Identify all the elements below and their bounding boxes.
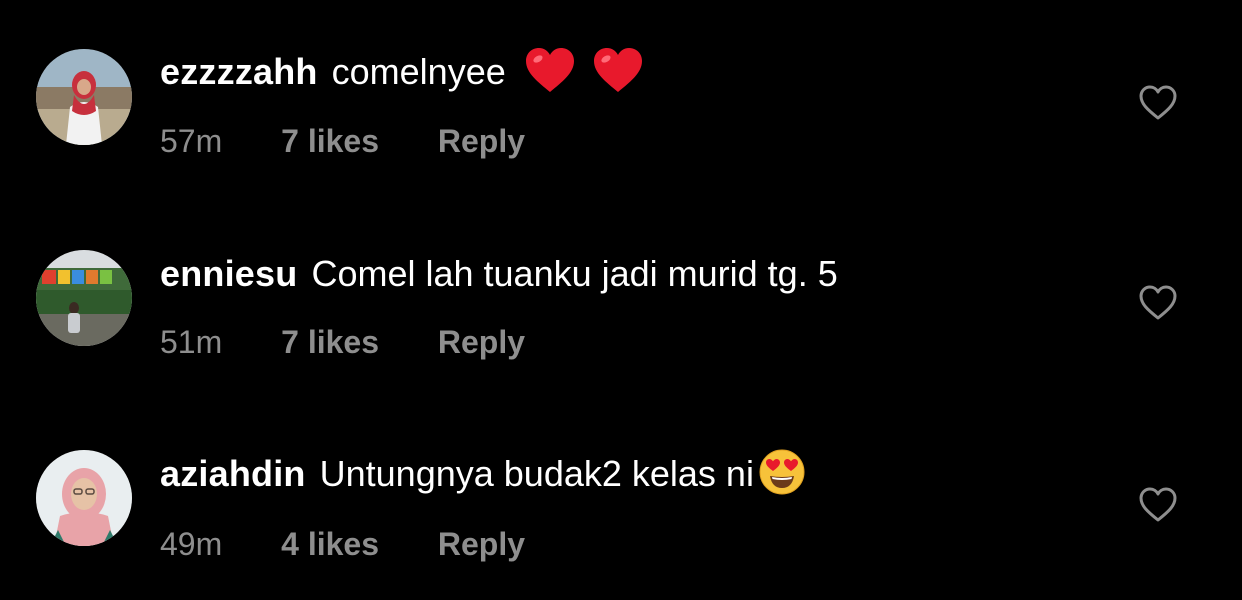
comment-line: ezzzzahh comelnyee: [160, 48, 644, 98]
comment-time: 51m: [160, 324, 223, 360]
comment-text: Comel lah tuanku jadi murid tg. 5: [311, 253, 838, 294]
comment-item: enniesu Comel lah tuanku jadi murid tg. …: [0, 200, 1242, 400]
red-heart-emoji: [525, 48, 574, 93]
avatar[interactable]: [36, 250, 132, 346]
heart-outline-icon[interactable]: [1138, 84, 1178, 122]
heart-outline-icon[interactable]: [1138, 486, 1178, 524]
reply-button[interactable]: Reply: [438, 322, 525, 362]
comment-item: ezzzzahh comelnyee 57m 7 likes Reply: [0, 0, 1242, 200]
comment-likes-count[interactable]: 4 likes: [281, 524, 379, 564]
comment-likes-count[interactable]: 7 likes: [281, 121, 379, 161]
heart-eyes-face-emoji: [759, 449, 805, 495]
comment-username[interactable]: enniesu: [160, 253, 297, 294]
comment-meta: 51m 7 likes Reply: [160, 322, 525, 362]
comment-likes-count[interactable]: 7 likes: [281, 322, 379, 362]
comment-text: Untungnya budak2 kelas ni: [319, 453, 754, 494]
reply-button[interactable]: Reply: [438, 121, 525, 161]
comment-line: enniesu Comel lah tuanku jadi murid tg. …: [160, 252, 838, 296]
comment-meta: 57m 7 likes Reply: [160, 121, 525, 161]
red-heart-emoji: [593, 48, 642, 93]
comment-time: 57m: [160, 123, 223, 159]
comment-item: aziahdin Untungnya budak2 kelas ni 49m 4…: [0, 400, 1242, 600]
avatar[interactable]: [36, 49, 132, 145]
avatar[interactable]: [36, 450, 132, 546]
reply-button[interactable]: Reply: [438, 524, 525, 564]
comment-meta: 49m 4 likes Reply: [160, 524, 525, 564]
comment-time: 49m: [160, 526, 223, 562]
comment-username[interactable]: ezzzzahh: [160, 51, 318, 92]
comment-username[interactable]: aziahdin: [160, 453, 306, 494]
comment-line: aziahdin Untungnya budak2 kelas ni: [160, 449, 806, 500]
comment-text: comelnyee: [331, 51, 506, 92]
heart-outline-icon[interactable]: [1138, 284, 1178, 322]
